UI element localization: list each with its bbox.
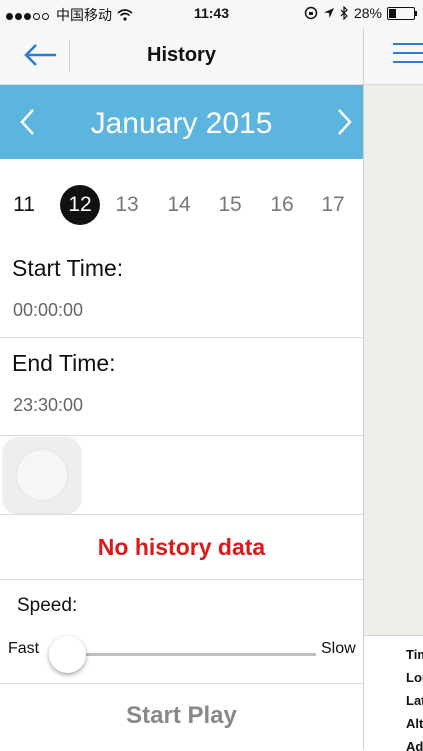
- signal-strength-icon: [6, 7, 51, 23]
- rotation-lock-icon: [304, 6, 318, 20]
- day-item[interactable]: 17: [313, 185, 353, 225]
- side-panel-info: Tim Lor Lat Alt Ad: [364, 635, 423, 751]
- speed-label: Speed:: [17, 595, 78, 616]
- assistive-touch-inner: [17, 450, 67, 500]
- start-time-label: Start Time:: [12, 255, 124, 281]
- divider: [0, 435, 363, 436]
- speed-fast-label: Fast: [8, 640, 40, 657]
- speed-slider-track[interactable]: [50, 653, 316, 656]
- start-time-value[interactable]: 00:00:00: [13, 300, 83, 321]
- bluetooth-icon: [340, 6, 348, 20]
- info-label-time: Tim: [406, 647, 423, 662]
- month-title: January 2015: [90, 107, 273, 140]
- info-label-longitude: Lor: [406, 670, 423, 685]
- start-play-button[interactable]: Start Play: [0, 702, 363, 730]
- day-selector: 11 12 13 14 15 16 17: [0, 185, 363, 227]
- status-bar-left: 中国移动: [6, 5, 133, 25]
- hamburger-menu-icon[interactable]: [393, 43, 423, 67]
- battery-icon: [387, 6, 417, 20]
- page-title: History: [147, 44, 216, 66]
- location-arrow-icon: [323, 8, 334, 18]
- carrier-name: 中国移动: [56, 7, 112, 23]
- side-panel-header: [364, 28, 423, 85]
- assistive-touch-button[interactable]: [3, 437, 81, 513]
- wifi-icon: [117, 9, 133, 21]
- day-item[interactable]: 13: [107, 185, 147, 225]
- divider: [0, 683, 363, 684]
- speed-slider-knob[interactable]: [49, 636, 86, 673]
- info-label-address: Ad: [406, 739, 423, 751]
- side-panel: Tim Lor Lat Alt Ad: [363, 28, 423, 751]
- day-item[interactable]: 11: [4, 185, 44, 225]
- end-time-value[interactable]: 23:30:00: [13, 395, 83, 416]
- battery-percentage: 28%: [353, 5, 382, 21]
- end-time-label: End Time:: [12, 350, 116, 376]
- divider: [0, 579, 363, 580]
- status-bar: 中国移动 11:43 28%: [0, 0, 423, 28]
- chevron-right-icon[interactable]: [334, 108, 354, 136]
- divider: [0, 514, 363, 515]
- month-selector: January 2015: [0, 85, 363, 159]
- info-label-altitude: Alt: [406, 716, 423, 731]
- nav-bar: History: [0, 28, 363, 85]
- speed-slow-label: Slow: [321, 640, 356, 657]
- day-item[interactable]: 14: [159, 185, 199, 225]
- day-item-selected[interactable]: 12: [60, 185, 100, 225]
- divider: [0, 337, 363, 338]
- day-item[interactable]: 15: [210, 185, 250, 225]
- status-bar-right: 28%: [304, 5, 417, 21]
- info-label-latitude: Lat: [406, 693, 423, 708]
- day-item[interactable]: 16: [262, 185, 302, 225]
- no-history-message: No history data: [97, 534, 266, 560]
